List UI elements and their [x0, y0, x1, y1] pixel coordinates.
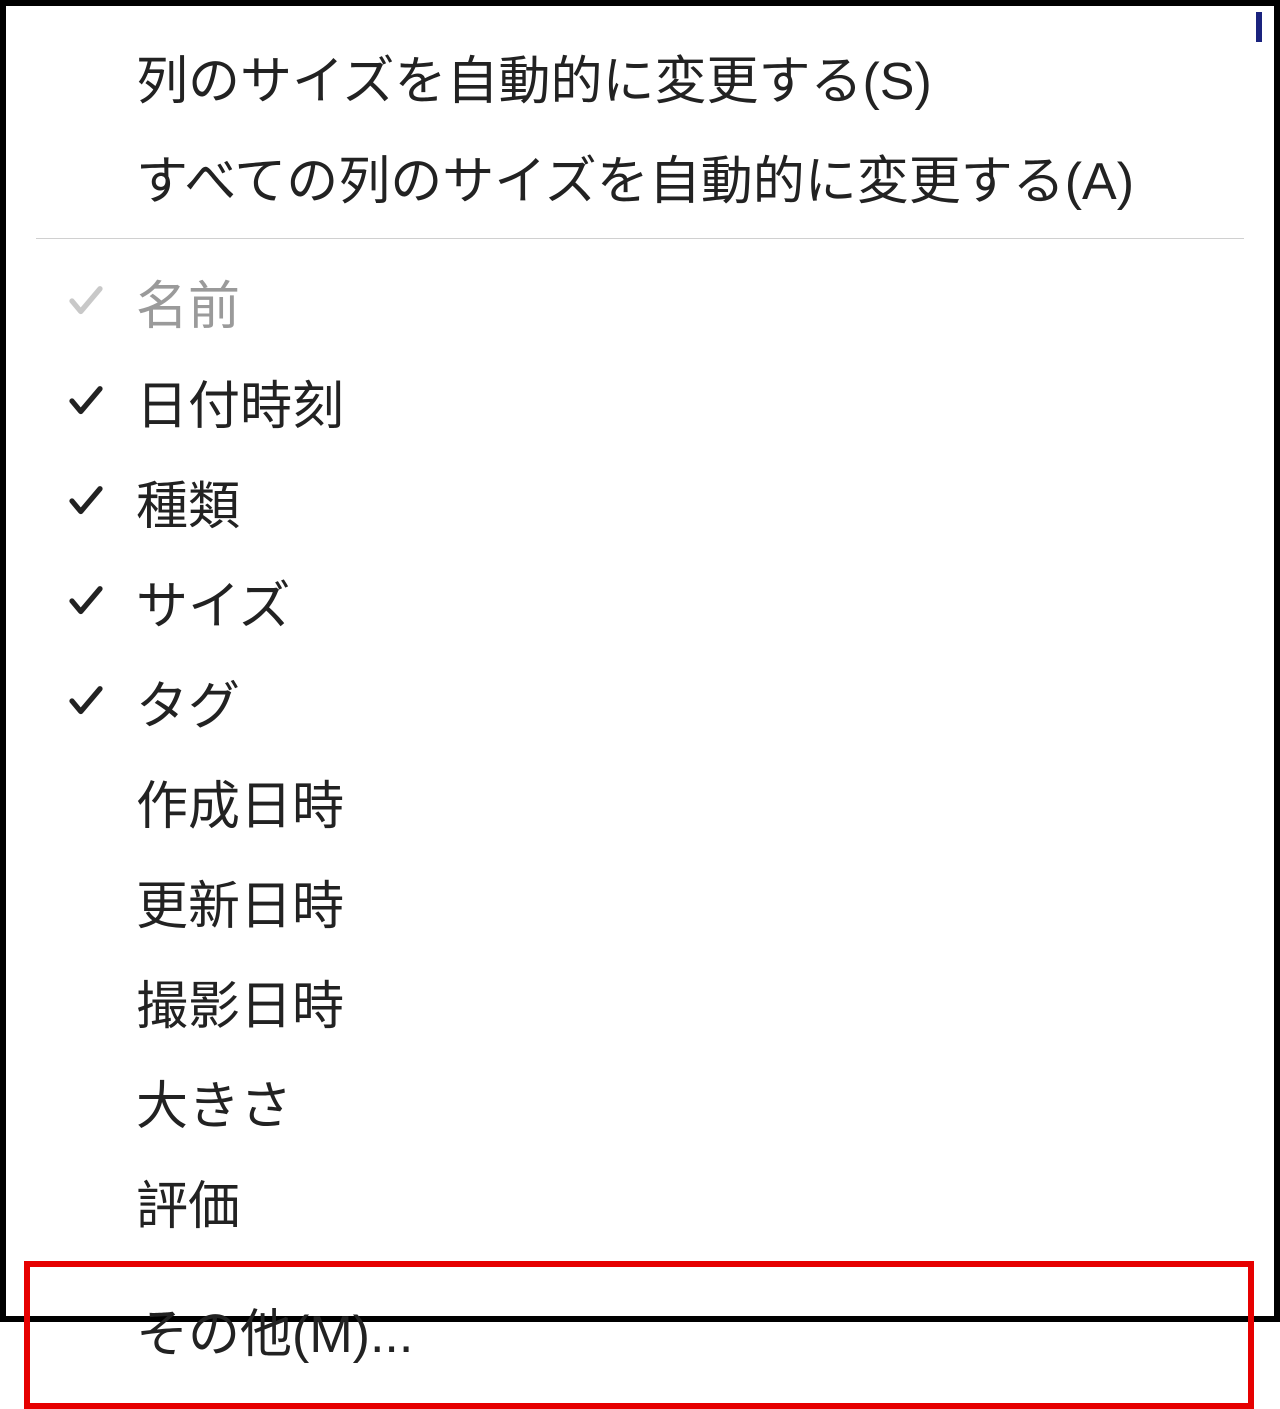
menu-label: タグ	[136, 664, 240, 739]
menu-label: 大きさ	[136, 1064, 292, 1139]
menu-item-column-type[interactable]: 種類	[6, 451, 1274, 551]
check-slot	[36, 480, 136, 522]
menu-label: 名前	[136, 264, 240, 339]
menu-item-column-modified[interactable]: 更新日時	[6, 851, 1274, 951]
menu-separator	[36, 238, 1244, 239]
menu-item-column-rating[interactable]: 評価	[6, 1151, 1274, 1251]
check-icon	[65, 580, 107, 622]
menu-label: 更新日時	[136, 864, 344, 939]
menu-label: 日付時刻	[136, 364, 344, 439]
check-slot	[36, 280, 136, 322]
check-slot	[36, 380, 136, 422]
check-slot	[36, 680, 136, 722]
check-icon	[65, 680, 107, 722]
menu-label: 撮影日時	[136, 964, 344, 1039]
check-icon	[65, 280, 107, 322]
check-slot	[36, 580, 136, 622]
bottom-section: その他(M)...	[6, 1279, 1274, 1379]
menu-item-column-name[interactable]: 名前	[6, 251, 1274, 351]
menu-label: 種類	[136, 464, 240, 539]
menu-item-column-dimensions[interactable]: 大きさ	[6, 1051, 1274, 1151]
menu-label: 作成日時	[136, 764, 344, 839]
menu-label: サイズ	[136, 564, 290, 639]
decorative-line	[1256, 12, 1262, 42]
menu-item-column-date-taken[interactable]: 撮影日時	[6, 951, 1274, 1051]
menu-label: 列のサイズを自動的に変更する(S)	[136, 39, 932, 114]
check-icon	[65, 480, 107, 522]
menu-label: 評価	[136, 1164, 240, 1239]
menu-item-more[interactable]: その他(M)...	[6, 1279, 1274, 1379]
menu-label: その他(M)...	[136, 1292, 413, 1367]
check-icon	[65, 380, 107, 422]
menu-item-size-column[interactable]: 列のサイズを自動的に変更する(S)	[6, 26, 1274, 126]
column-context-menu: 列のサイズを自動的に変更する(S) すべての列のサイズを自動的に変更する(A) …	[0, 0, 1280, 1322]
menu-item-column-created[interactable]: 作成日時	[6, 751, 1274, 851]
menu-item-column-size[interactable]: サイズ	[6, 551, 1274, 651]
menu-item-column-tag[interactable]: タグ	[6, 651, 1274, 751]
menu-item-column-datetime[interactable]: 日付時刻	[6, 351, 1274, 451]
menu-label: すべての列のサイズを自動的に変更する(A)	[136, 139, 1134, 214]
menu-item-size-all-columns[interactable]: すべての列のサイズを自動的に変更する(A)	[6, 126, 1274, 226]
